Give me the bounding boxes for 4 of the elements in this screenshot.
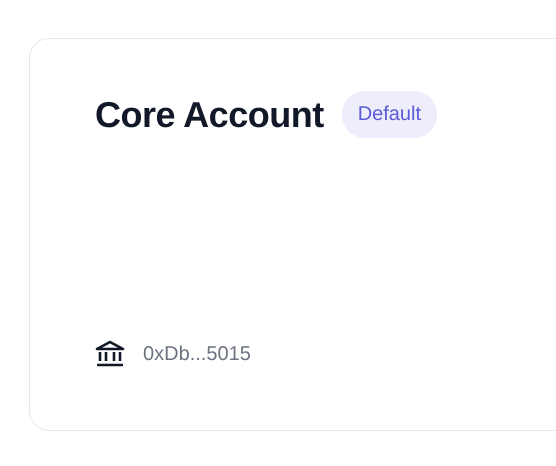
wallet-address: 0xDb...5015 [143,342,251,366]
default-badge: Default [342,91,438,138]
bank-icon [95,340,125,368]
account-name: Core Account [95,94,324,136]
